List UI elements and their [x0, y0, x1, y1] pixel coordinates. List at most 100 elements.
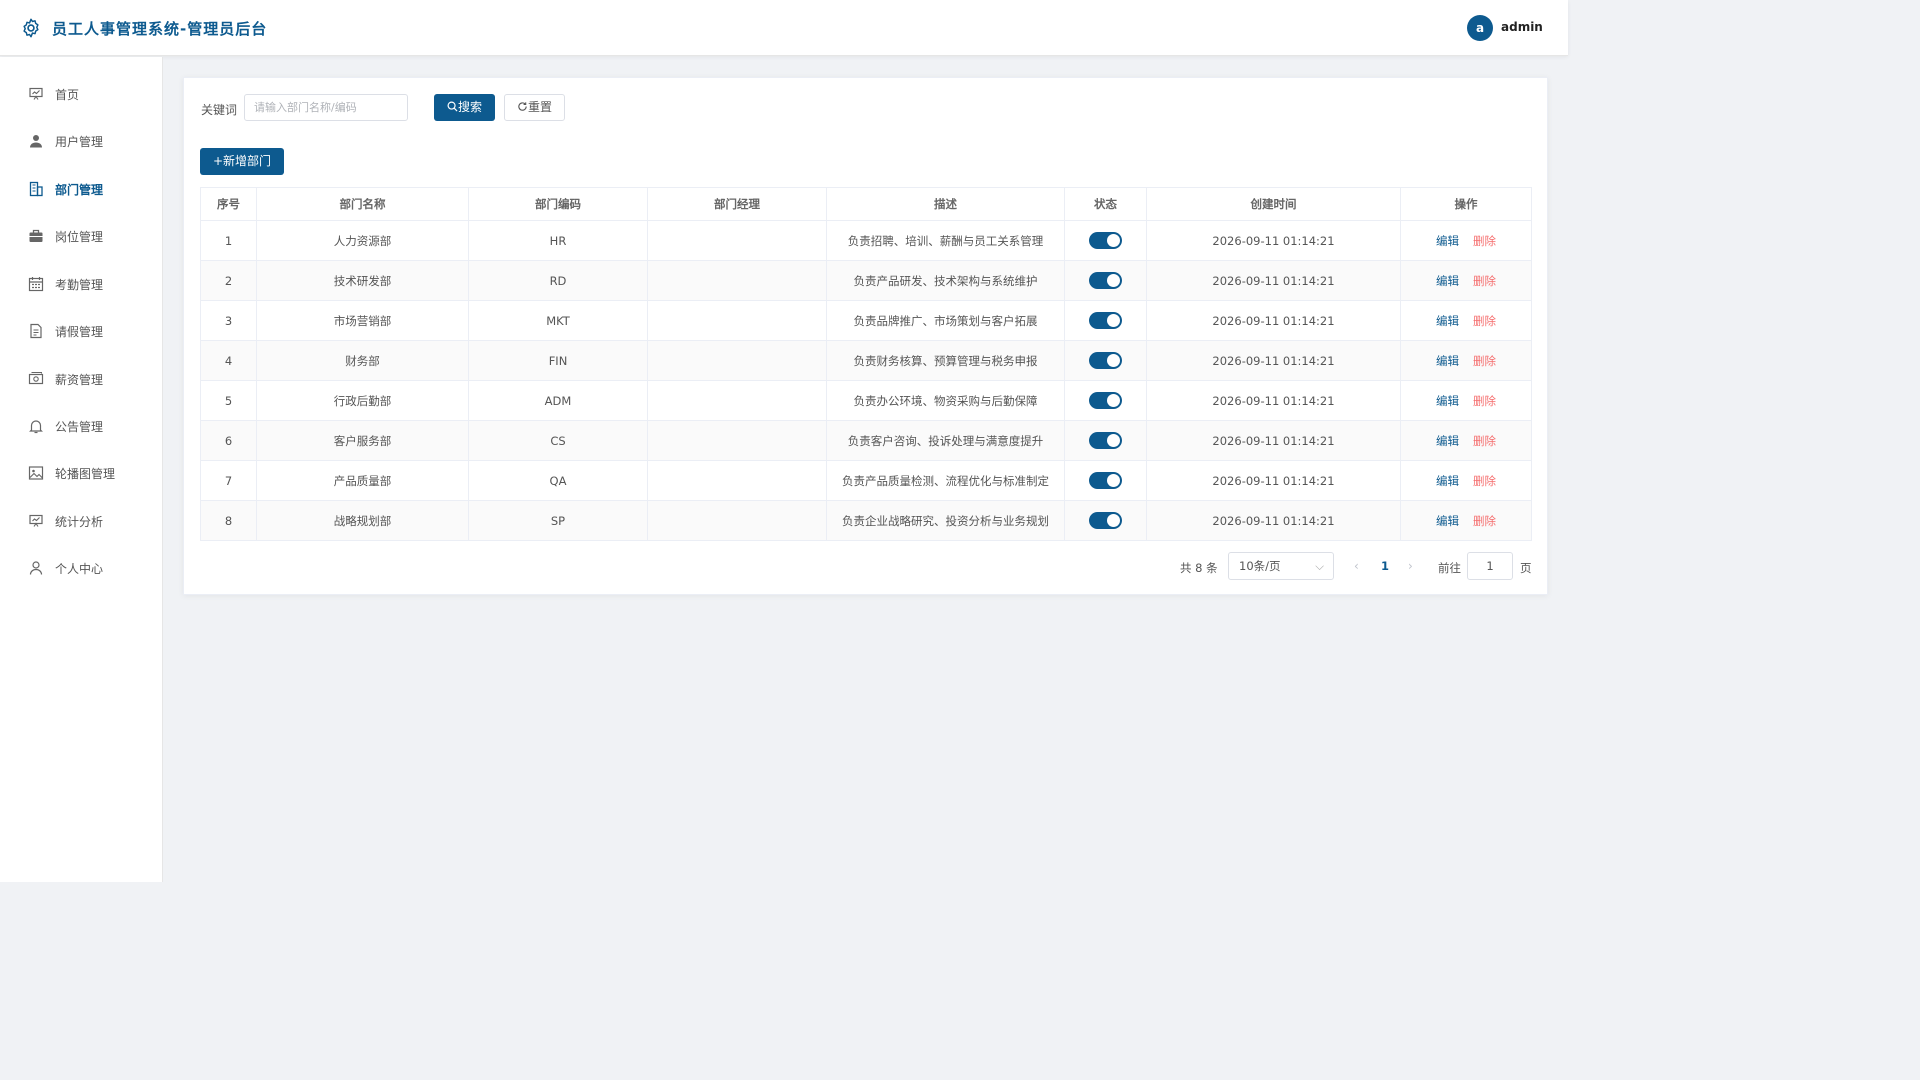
search-input[interactable] — [244, 94, 408, 121]
next-page-button[interactable]: › — [1408, 559, 1413, 573]
sidebar-item-home[interactable]: 首页 — [0, 74, 162, 114]
cell-name: 产品质量部 — [256, 460, 469, 501]
chevron-down-icon: ⌵ — [1315, 559, 1324, 573]
cell-status — [1064, 260, 1147, 301]
status-toggle[interactable] — [1089, 432, 1122, 449]
sidebar-item-salary[interactable]: 薪资管理 — [0, 359, 162, 399]
user-icon — [30, 135, 42, 148]
avatar[interactable]: a — [1467, 15, 1493, 41]
status-toggle[interactable] — [1089, 232, 1122, 249]
cell-manager — [647, 460, 827, 501]
table-row: 7 产品质量部 QA 负责产品质量检测、流程优化与标准制定 2026-09-11 01:… — [200, 460, 1532, 501]
status-toggle[interactable] — [1089, 472, 1122, 489]
page-size-value: 10条/页 — [1239, 559, 1281, 573]
edit-button[interactable]: 编辑 — [1436, 234, 1459, 248]
top-header: 员工人事管理系统-管理员后台 a admin — [0, 0, 1568, 56]
cell-description: 负责产品质量检测、流程优化与标准制定 — [826, 460, 1065, 501]
cell-manager — [647, 420, 827, 461]
table-row: 5 行政后勤部 ADM 负责办公环境、物资采购与后勤保障 2026-09-11 01:1… — [200, 380, 1532, 421]
sidebar-item-label: 统计分析 — [55, 515, 104, 529]
table-row: 1 人力资源部 HR 负责招聘、培训、薪酬与员工关系管理 2026-09-11 01:1… — [200, 220, 1532, 261]
cell-actions: 编辑 删除 — [1400, 420, 1532, 461]
cell-created: 2026-09-11 01:14:21 — [1146, 220, 1401, 261]
edit-button[interactable]: 编辑 — [1436, 354, 1459, 368]
sidebar-item-announcements[interactable]: 公告管理 — [0, 406, 162, 446]
cell-created: 2026-09-11 01:14:21 — [1146, 260, 1401, 301]
document-icon — [30, 323, 42, 339]
cell-actions: 编辑 删除 — [1400, 500, 1532, 541]
edit-button[interactable]: 编辑 — [1436, 434, 1459, 448]
cell-name: 人力资源部 — [256, 220, 469, 261]
reset-button[interactable]: 重置 — [504, 94, 565, 121]
username[interactable]: admin — [1501, 20, 1543, 34]
prev-page-button[interactable]: ‹ — [1354, 559, 1359, 573]
briefcase-icon — [29, 229, 43, 242]
sidebar-item-profile[interactable]: 个人中心 — [0, 548, 162, 588]
page-number-current[interactable]: 1 — [1381, 559, 1389, 573]
edit-button[interactable]: 编辑 — [1436, 274, 1459, 288]
reset-button-label: 重置 — [527, 100, 552, 114]
delete-button[interactable]: 删除 — [1473, 314, 1496, 328]
status-toggle[interactable] — [1089, 512, 1122, 529]
sidebar-item-banners[interactable]: 轮播图管理 — [0, 453, 162, 493]
cell-created: 2026-09-11 01:14:21 — [1146, 420, 1401, 461]
cell-no: 4 — [200, 340, 257, 381]
edit-button[interactable]: 编辑 — [1436, 474, 1459, 488]
content-card: 关键词 搜索 重置 +新增部门 序号 部门名称 部门编码 部门经理 描述 状态 … — [183, 77, 1548, 595]
sidebar-item-leave[interactable]: 请假管理 — [0, 311, 162, 351]
app-title: 员工人事管理系统-管理员后台 — [52, 20, 268, 38]
presentation-icon — [29, 514, 43, 527]
cell-no: 6 — [200, 420, 257, 461]
search-button[interactable]: 搜索 — [434, 94, 495, 121]
cell-manager — [647, 300, 827, 341]
cell-no: 5 — [200, 380, 257, 421]
home-chart-icon — [29, 87, 43, 100]
refresh-icon — [518, 102, 527, 111]
add-department-button[interactable]: +新增部门 — [200, 148, 284, 175]
page-size-select[interactable]: 10条/页 ⌵ — [1228, 552, 1334, 580]
cell-actions: 编辑 删除 — [1400, 300, 1532, 341]
cell-status — [1064, 300, 1147, 341]
column-header-description: 描述 — [826, 187, 1065, 221]
cell-name: 技术研发部 — [256, 260, 469, 301]
sidebar-item-statistics[interactable]: 统计分析 — [0, 501, 162, 541]
sidebar-item-users[interactable]: 用户管理 — [0, 121, 162, 161]
cell-name: 行政后勤部 — [256, 380, 469, 421]
cell-status — [1064, 220, 1147, 261]
sidebar-item-label: 薪资管理 — [55, 373, 104, 387]
status-toggle[interactable] — [1089, 312, 1122, 329]
status-toggle[interactable] — [1089, 392, 1122, 409]
cell-actions: 编辑 删除 — [1400, 460, 1532, 501]
cell-created: 2026-09-11 01:14:21 — [1146, 340, 1401, 381]
table-row: 6 客户服务部 CS 负责客户咨询、投诉处理与满意度提升 2026-09-11 01:1… — [200, 420, 1532, 461]
sidebar-item-label: 首页 — [55, 88, 80, 102]
column-header-manager: 部门经理 — [647, 187, 827, 221]
edit-button[interactable]: 编辑 — [1436, 394, 1459, 408]
cell-status — [1064, 420, 1147, 461]
status-toggle[interactable] — [1089, 352, 1122, 369]
cell-code: RD — [468, 260, 648, 301]
delete-button[interactable]: 删除 — [1473, 514, 1496, 528]
delete-button[interactable]: 删除 — [1473, 474, 1496, 488]
goto-page-input[interactable]: 1 — [1467, 552, 1513, 580]
delete-button[interactable]: 删除 — [1473, 274, 1496, 288]
sidebar-item-label: 请假管理 — [55, 325, 104, 339]
cell-actions: 编辑 删除 — [1400, 340, 1532, 381]
status-toggle[interactable] — [1089, 272, 1122, 289]
delete-button[interactable]: 删除 — [1473, 434, 1496, 448]
delete-button[interactable]: 删除 — [1473, 354, 1496, 368]
sidebar-item-departments[interactable]: 部门管理 — [0, 169, 162, 209]
edit-button[interactable]: 编辑 — [1436, 314, 1459, 328]
sidebar: 首页 用户管理 部门管理 岗位管理 考勤管理 请假管理 薪资管理 公告管理 轮播… — [0, 57, 163, 882]
cell-description: 负责客户咨询、投诉处理与满意度提升 — [826, 420, 1065, 461]
pagination-total: 共 8 条 — [1180, 561, 1218, 575]
column-header-name: 部门名称 — [256, 187, 469, 221]
sidebar-item-positions[interactable]: 岗位管理 — [0, 216, 162, 256]
edit-button[interactable]: 编辑 — [1436, 514, 1459, 528]
cell-description: 负责招聘、培训、薪酬与员工关系管理 — [826, 220, 1065, 261]
sidebar-item-attendance[interactable]: 考勤管理 — [0, 264, 162, 304]
delete-button[interactable]: 删除 — [1473, 234, 1496, 248]
building-icon — [29, 181, 43, 197]
cell-code: CS — [468, 420, 648, 461]
delete-button[interactable]: 删除 — [1473, 394, 1496, 408]
